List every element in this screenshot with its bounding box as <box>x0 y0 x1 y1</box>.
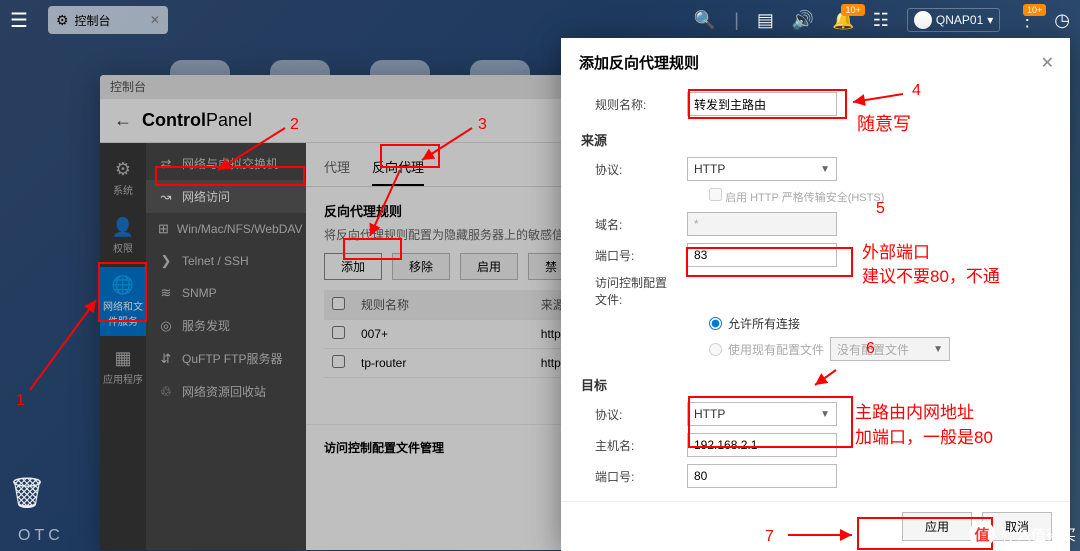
tab-proxy[interactable]: 代理 <box>324 157 350 186</box>
tgt-port-input[interactable] <box>687 464 837 488</box>
sidebar-item-telnet[interactable]: ❯Telnet / SSH <box>146 245 306 277</box>
annotation-1: 1 <box>16 392 25 410</box>
volume-icon[interactable]: 🔊 <box>792 10 814 31</box>
th-name: 规则名称 <box>353 290 533 320</box>
user-icon: 👤 <box>100 217 146 238</box>
brand-text: OTC <box>18 527 64 545</box>
hsts-checkbox <box>709 188 722 201</box>
add-button[interactable]: 添加 <box>324 253 382 280</box>
host-input[interactable] <box>687 433 837 457</box>
sidebar-item-recycle[interactable]: ♲网络资源回收站 <box>146 375 306 408</box>
more-icon[interactable]: ⋮10+ <box>1018 10 1036 31</box>
sidebar-cat-network[interactable]: 🌐网络和文件服务 <box>100 267 146 336</box>
search-icon[interactable]: 🔍 <box>694 10 716 31</box>
sidebar-subitems: ⇄网络与虚拟交换机 ↝网络访问 ⊞Win/Mac/NFS/WebDAV ❯Tel… <box>146 143 306 550</box>
access-icon: ↝ <box>158 189 174 205</box>
sidebar-cat-system[interactable]: ⚙系统 <box>100 151 146 205</box>
rule-name-input[interactable] <box>687 92 837 116</box>
acl-label: 访问控制配置文件: <box>581 274 677 308</box>
row-checkbox[interactable] <box>332 326 345 339</box>
host-label: 主机名: <box>581 437 677 454</box>
acl-existing-label: 使用现有配置文件 <box>728 341 824 358</box>
acl-allow-label: 允许所有连接 <box>728 315 800 332</box>
gear-icon: ⚙ <box>100 159 146 180</box>
close-icon[interactable]: ✕ <box>1041 53 1054 73</box>
taskbar-tab[interactable]: ⚙ 控制台 ✕ <box>48 6 168 34</box>
row-checkbox[interactable] <box>332 355 345 368</box>
target-heading: 目标 <box>581 375 1052 394</box>
src-proto-label: 协议: <box>581 161 677 178</box>
sidebar-item-netswitch[interactable]: ⇄网络与虚拟交换机 <box>146 147 306 180</box>
tasks-icon[interactable]: ☷ <box>873 10 889 31</box>
source-heading: 来源 <box>581 130 1052 149</box>
sidebar-categories: ⚙系统 👤权限 🌐网络和文件服务 ▦应用程序 <box>100 143 146 550</box>
domain-label: 域名: <box>581 216 677 233</box>
tgt-proto-select[interactable]: HTTP▼ <box>687 402 837 426</box>
apply-button[interactable]: 应用 <box>902 512 972 541</box>
ftp-icon: ⇵ <box>158 351 174 367</box>
enable-button[interactable]: 启用 <box>460 253 518 280</box>
src-proto-select[interactable]: HTTP▼ <box>687 157 837 181</box>
sidebar-item-quftp[interactable]: ⇵QuFTP FTP服务器 <box>146 342 306 375</box>
src-port-input[interactable] <box>687 243 837 267</box>
sidebar-cat-privilege[interactable]: 👤权限 <box>100 209 146 263</box>
chevron-down-icon: ▼ <box>933 344 943 355</box>
terminal-icon: ❯ <box>158 253 174 269</box>
tab-reverse-proxy[interactable]: 反向代理 <box>372 157 424 186</box>
acl-existing-select: 没有配置文件▼ <box>830 337 950 361</box>
sidebar-item-netaccess[interactable]: ↝网络访问 <box>146 180 306 213</box>
gear-icon: ⚙ <box>56 12 69 29</box>
discovery-icon: ◎ <box>158 318 174 334</box>
sidebar-cat-apps[interactable]: ▦应用程序 <box>100 340 146 394</box>
dashboard-gauge-icon[interactable]: ◷ <box>1054 10 1070 31</box>
back-icon[interactable]: ← <box>114 110 132 131</box>
dialog-title: 添加反向代理规则 <box>579 52 699 73</box>
add-rule-dialog: 添加反向代理规则 ✕ 规则名称: 来源 协议: HTTP▼ 启用 HTTP 严格… <box>561 38 1070 551</box>
hsts-label: 启用 HTTP 严格传输安全(HSTS) <box>725 192 884 204</box>
notification-icon[interactable]: 🔔10+ <box>832 10 854 31</box>
acl-existing-radio <box>709 343 722 356</box>
switch-icon: ⇄ <box>158 156 174 172</box>
acl-allow-radio[interactable] <box>709 317 722 330</box>
avatar <box>914 11 932 29</box>
trash-icon[interactable]: 🗑 <box>8 476 46 511</box>
rule-name-label: 规则名称: <box>581 96 677 113</box>
taskbar-tab-label: 控制台 <box>75 12 111 29</box>
apps-icon: ▦ <box>100 348 146 369</box>
user-name: QNAP01 <box>936 13 983 27</box>
domain-input <box>687 212 837 236</box>
sidebar-item-winmac[interactable]: ⊞Win/Mac/NFS/WebDAV <box>146 213 306 245</box>
watermark: 值 什么值得买 <box>969 521 1076 547</box>
watermark-logo: 值 <box>969 521 995 547</box>
sidebar-item-discovery[interactable]: ◎服务发现 <box>146 309 306 342</box>
page-title: ControlPanel <box>142 110 252 131</box>
chevron-down-icon: ▼ <box>820 164 830 175</box>
close-icon[interactable]: ✕ <box>150 13 160 27</box>
select-all-checkbox[interactable] <box>332 297 345 310</box>
tgt-proto-label: 协议: <box>581 406 677 423</box>
src-port-label: 端口号: <box>581 247 677 264</box>
tgt-port-label: 端口号: <box>581 468 677 485</box>
dashboard-icon[interactable]: ▤ <box>757 10 774 31</box>
user-menu[interactable]: QNAP01 ▾ <box>907 8 1000 32</box>
recycle-icon: ♲ <box>158 384 174 400</box>
chevron-down-icon: ▼ <box>820 409 830 420</box>
share-icon: ⊞ <box>158 221 169 237</box>
watermark-text: 什么值得买 <box>1001 524 1076 545</box>
remove-button[interactable]: 移除 <box>392 253 450 280</box>
chevron-down-icon: ▾ <box>987 13 993 27</box>
divider: | <box>734 10 739 31</box>
menu-icon[interactable]: ☰ <box>10 8 28 33</box>
snmp-icon: ≋ <box>158 285 174 301</box>
globe-icon: 🌐 <box>100 275 146 296</box>
sidebar-item-snmp[interactable]: ≋SNMP <box>146 277 306 309</box>
